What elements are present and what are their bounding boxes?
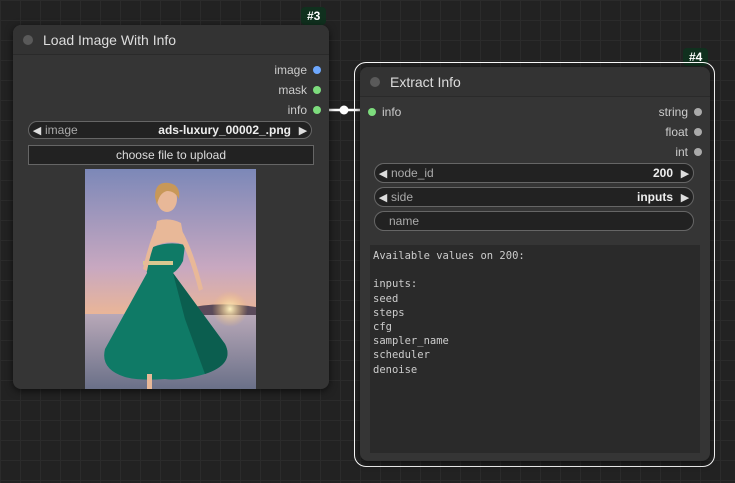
output-image[interactable]: image bbox=[274, 63, 321, 77]
output-label: mask bbox=[278, 83, 307, 97]
output-slot-icon[interactable] bbox=[313, 66, 321, 74]
image-combo[interactable]: ◀ image ads-luxury_00002_.png ▶ bbox=[28, 121, 312, 139]
output-label: int bbox=[675, 145, 688, 159]
output-mask[interactable]: mask bbox=[278, 83, 321, 97]
output-info[interactable]: info bbox=[288, 103, 321, 117]
image-preview bbox=[85, 169, 256, 389]
widget-label: image bbox=[45, 123, 78, 137]
widget-label: side bbox=[391, 190, 414, 204]
widget-label: node_id bbox=[391, 166, 434, 180]
upload-button[interactable]: choose file to upload bbox=[28, 145, 314, 165]
widget-value: inputs bbox=[637, 190, 673, 204]
output-label: string bbox=[658, 105, 688, 119]
widget-value: 200 bbox=[652, 166, 673, 180]
arrow-left-icon[interactable]: ◀ bbox=[375, 167, 391, 180]
node-title-bar[interactable]: Load Image With Info bbox=[13, 25, 329, 55]
output-slot-icon[interactable] bbox=[313, 106, 321, 114]
arrow-right-icon[interactable]: ▶ bbox=[677, 167, 693, 180]
load-image-node[interactable]: Load Image With Info image mask info ◀ i… bbox=[13, 25, 329, 389]
node-id-widget[interactable]: ◀ node_id 200 ▶ bbox=[374, 163, 694, 183]
input-slot-icon[interactable] bbox=[368, 108, 376, 116]
output-slot-icon[interactable] bbox=[694, 108, 702, 116]
arrow-right-icon[interactable]: ▶ bbox=[295, 124, 311, 137]
name-input[interactable]: name bbox=[374, 211, 694, 231]
arrow-left-icon[interactable]: ◀ bbox=[29, 124, 45, 137]
output-int[interactable]: int bbox=[675, 145, 702, 159]
node-title: Extract Info bbox=[390, 74, 461, 90]
input-label: info bbox=[382, 105, 402, 119]
widget-value: ads-luxury_00002_.png bbox=[158, 123, 291, 137]
arrow-right-icon[interactable]: ▶ bbox=[677, 191, 693, 204]
widget-label: name bbox=[389, 214, 420, 228]
node-title-bar[interactable]: Extract Info bbox=[360, 67, 710, 97]
arrow-left-icon[interactable]: ◀ bbox=[375, 191, 391, 204]
output-label: float bbox=[665, 125, 688, 139]
output-slot-icon[interactable] bbox=[694, 128, 702, 136]
input-info[interactable]: info bbox=[368, 105, 401, 119]
collapse-dot-icon[interactable] bbox=[370, 77, 380, 87]
info-textarea[interactable]: Available values on 200: inputs: seed st… bbox=[370, 245, 700, 453]
output-label: info bbox=[287, 103, 307, 117]
output-label: image bbox=[274, 63, 307, 77]
side-widget[interactable]: ◀ side inputs ▶ bbox=[374, 187, 694, 207]
node-badge: #3 bbox=[301, 7, 327, 25]
output-string[interactable]: string bbox=[659, 105, 702, 119]
extract-info-node[interactable]: Extract Info info string float int ◀ nod… bbox=[360, 67, 710, 461]
output-slot-icon[interactable] bbox=[313, 86, 321, 94]
node-title: Load Image With Info bbox=[43, 32, 177, 48]
output-float[interactable]: float bbox=[665, 125, 702, 139]
output-slot-icon[interactable] bbox=[694, 148, 702, 156]
collapse-dot-icon[interactable] bbox=[23, 35, 33, 45]
